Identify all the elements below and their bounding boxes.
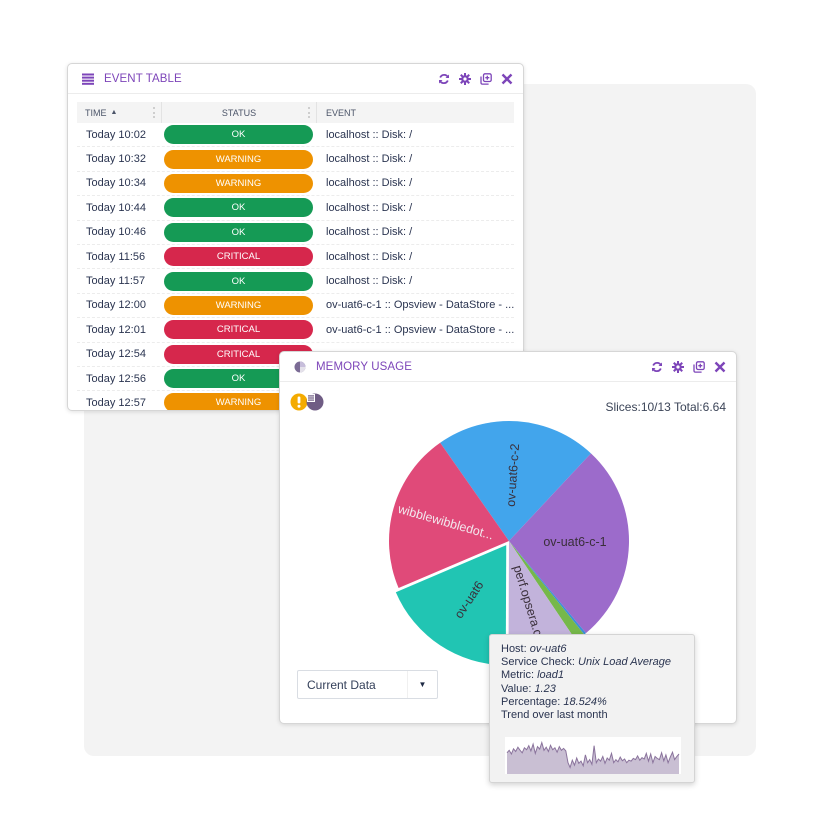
- cell-status: OK: [161, 271, 316, 291]
- memory-usage-title: MEMORY USAGE: [316, 360, 412, 373]
- cell-time: Today 10:46: [86, 226, 146, 239]
- cell-event: localhost :: Disk: /: [326, 153, 413, 166]
- cell-event: localhost :: Disk: /: [326, 201, 413, 214]
- cell-event: ov-uat6-c-1 :: Opsview - DataStore - ...: [326, 323, 514, 336]
- status-badge: WARNING: [164, 295, 313, 315]
- status-badge: OK: [164, 198, 313, 218]
- trend-sparkline: [505, 737, 681, 774]
- table-row[interactable]: Today 11:57 OK localhost :: Disk: /: [77, 269, 514, 294]
- cell-time: Today 10:32: [86, 153, 146, 166]
- cell-status: OK: [161, 222, 316, 242]
- cell-time: Today 12:57: [86, 396, 146, 409]
- status-badge: OK: [164, 222, 313, 242]
- cell-status: CRITICAL: [161, 247, 316, 267]
- cell-event: localhost :: Disk: /: [326, 128, 413, 141]
- cell-status: OK: [161, 125, 316, 145]
- gear-icon[interactable]: [459, 72, 471, 85]
- refresh-icon[interactable]: [438, 73, 450, 85]
- cell-event: localhost :: Disk: /: [326, 275, 413, 288]
- tooltip-metric: Metric: load1: [501, 669, 564, 682]
- column-header-event[interactable]: EVENT: [316, 102, 514, 123]
- table-row[interactable]: Today 10:02 OK localhost :: Disk: /: [77, 123, 514, 148]
- tooltip-percentage: Percentage: 18.524%: [501, 695, 607, 708]
- event-table-header[interactable]: EVENT TABLE: [68, 64, 523, 94]
- cell-event: localhost :: Disk: /: [326, 177, 413, 190]
- cell-time: Today 10:02: [86, 128, 146, 141]
- table-row[interactable]: Today 10:34 WARNING localhost :: Disk: /: [77, 172, 514, 197]
- table-row[interactable]: Today 10:32 WARNING localhost :: Disk: /: [77, 147, 514, 172]
- cell-time: Today 12:54: [86, 348, 146, 361]
- sort-ascending-icon[interactable]: ▲: [111, 109, 118, 116]
- cell-status: OK: [161, 198, 316, 218]
- tooltip-trend-label: Trend over last month: [501, 709, 608, 722]
- cell-time: Today 12:56: [86, 372, 146, 385]
- tooltip-host: Host: ov-uat6: [501, 643, 567, 655]
- cell-status: CRITICAL: [161, 320, 316, 340]
- pie-slice-tooltip: Host: ov-uat6 Service Check: Unix Load A…: [489, 634, 695, 783]
- cell-time: Today 12:00: [86, 299, 146, 312]
- status-badge: OK: [164, 271, 313, 291]
- popout-icon[interactable]: [693, 360, 705, 373]
- tooltip-service-check: Service Check: Unix Load Average: [501, 656, 671, 669]
- table-row[interactable]: Today 10:46 OK localhost :: Disk: /: [77, 221, 514, 245]
- table-row[interactable]: Today 12:01 CRITICAL ov-uat6-c-1 :: Opsvie…: [77, 318, 514, 343]
- event-table-title: EVENT TABLE: [104, 72, 182, 85]
- pie-chart-icon: [294, 361, 306, 373]
- status-badge: OK: [164, 125, 313, 145]
- status-badge: WARNING: [164, 173, 313, 193]
- dropdown-selected-value: Current Data: [307, 677, 376, 692]
- popout-icon[interactable]: [480, 72, 492, 85]
- table-row[interactable]: Today 12:00 WARNING ov-uat6-c-1 :: Opsview…: [77, 294, 514, 319]
- data-mode-dropdown[interactable]: Current Data ▼: [297, 670, 438, 699]
- refresh-icon[interactable]: [651, 361, 663, 373]
- cell-time: Today 11:56: [86, 250, 146, 263]
- cell-status: WARNING: [161, 173, 316, 193]
- tooltip-value: Value: 1.23: [501, 682, 556, 695]
- status-badge: WARNING: [164, 149, 313, 169]
- list-icon: [82, 73, 94, 85]
- close-icon[interactable]: [501, 73, 513, 85]
- close-icon[interactable]: [714, 361, 726, 373]
- table-row[interactable]: Today 11:56 CRITICAL localhost :: Disk: /: [77, 245, 514, 270]
- cell-time: Today 10:44: [86, 201, 146, 214]
- status-badge: CRITICAL: [164, 320, 313, 340]
- column-header-time[interactable]: TIME ▲: [77, 102, 161, 123]
- column-menu-icon[interactable]: [308, 107, 310, 118]
- cell-event: ov-uat6-c-1 :: Opsview - DataStore - ...: [326, 299, 514, 312]
- chevron-down-icon[interactable]: ▼: [407, 671, 437, 698]
- status-badge: CRITICAL: [164, 247, 313, 267]
- cell-status: WARNING: [161, 295, 316, 315]
- table-header-row: TIME ▲ STATUS EVENT: [77, 102, 514, 123]
- cell-time: Today 11:57: [86, 275, 146, 288]
- cell-event: localhost :: Disk: /: [326, 250, 413, 263]
- column-menu-icon[interactable]: [153, 107, 155, 118]
- pie-slice-label: ov-uat6-c-1: [543, 535, 606, 549]
- memory-usage-header[interactable]: MEMORY USAGE: [280, 352, 736, 382]
- cell-time: Today 12:01: [86, 323, 146, 336]
- column-header-status[interactable]: STATUS: [161, 102, 316, 123]
- table-row[interactable]: Today 10:44 OK localhost :: Disk: /: [77, 196, 514, 221]
- cell-status: WARNING: [161, 149, 316, 169]
- cell-event: localhost :: Disk: /: [326, 226, 413, 239]
- gear-icon[interactable]: [672, 360, 684, 373]
- cell-time: Today 10:34: [86, 177, 146, 190]
